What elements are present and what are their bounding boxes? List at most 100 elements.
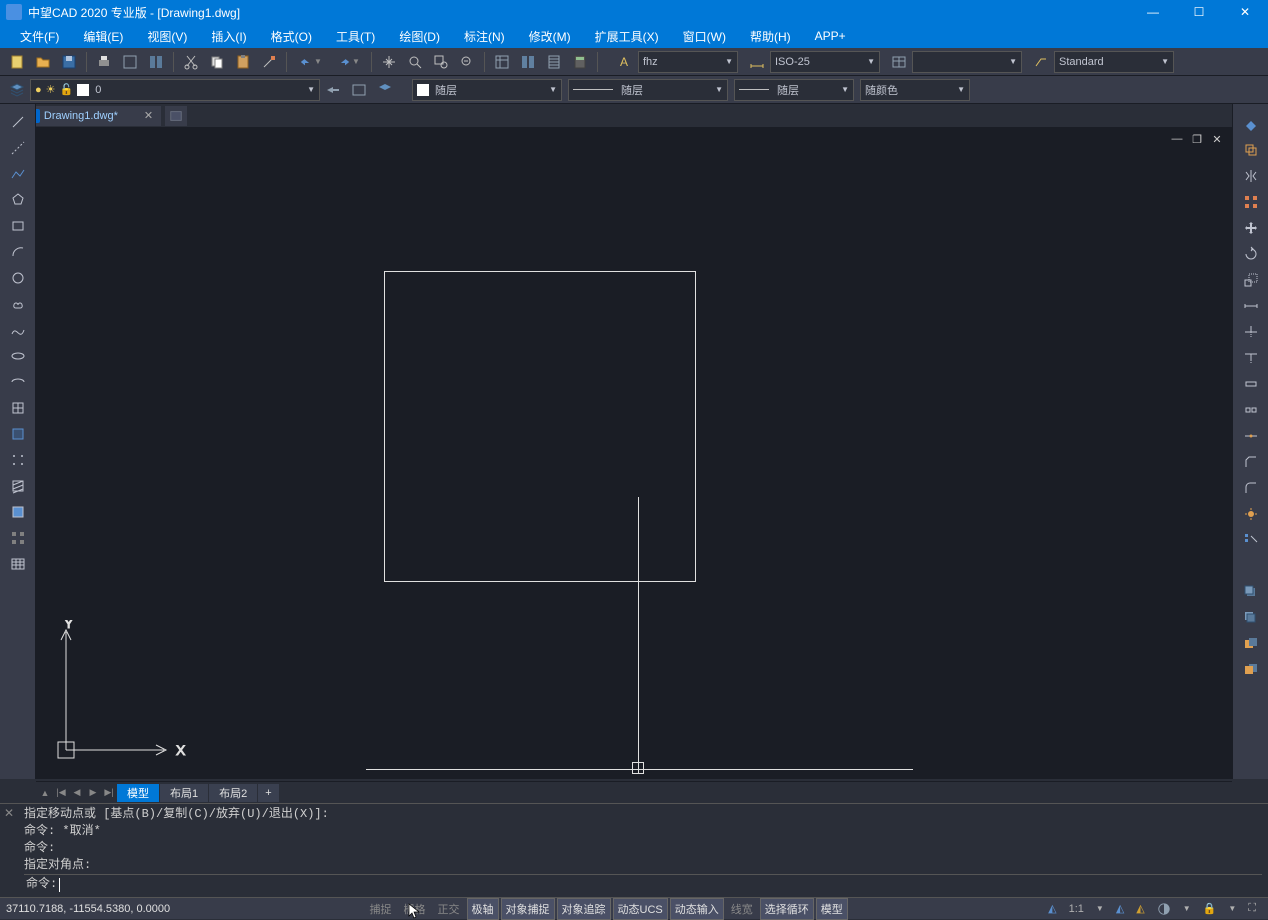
ortho-toggle[interactable]: 正交 (433, 898, 465, 920)
lock-ui-icon[interactable]: 🔒 (1199, 900, 1221, 918)
mirror-tool[interactable] (1239, 164, 1263, 188)
layer-iso-button[interactable] (373, 78, 397, 102)
move-tool[interactable] (1239, 216, 1263, 240)
multileader-button[interactable] (1029, 50, 1053, 74)
menu-modify[interactable]: 修改(M) (517, 24, 583, 48)
zoom-realtime-button[interactable] (403, 50, 427, 74)
menu-insert[interactable]: 插入(I) (199, 24, 258, 48)
menu-draw[interactable]: 绘图(D) (387, 24, 452, 48)
annoscale-value[interactable]: 1:1 (1065, 900, 1088, 918)
point-tool[interactable] (6, 448, 30, 472)
hatch-tool[interactable] (6, 474, 30, 498)
undo-button[interactable]: ▼ (292, 50, 328, 74)
tablestyle-combo[interactable]: ▼ (912, 51, 1022, 73)
copy-button[interactable] (205, 50, 229, 74)
grid-toggle[interactable]: 栅格 (399, 898, 431, 920)
polygon-tool[interactable] (6, 188, 30, 212)
selcycle-toggle[interactable]: 选择循环 (760, 898, 814, 920)
break-at-point-tool[interactable] (1239, 398, 1263, 422)
explode-tool[interactable] (1239, 502, 1263, 526)
layout-tab-1[interactable]: 布局1 (160, 784, 208, 802)
layer-previous-button[interactable] (321, 78, 345, 102)
polar-toggle[interactable]: 极轴 (467, 898, 499, 920)
layout-tab-2[interactable]: 布局2 (209, 784, 257, 802)
trim-tool[interactable] (1239, 320, 1263, 344)
zoom-window-button[interactable] (429, 50, 453, 74)
modelspace-toggle[interactable]: 模型 (816, 898, 848, 920)
insert-block-tool[interactable] (6, 396, 30, 420)
document-tab[interactable]: D Drawing1.dwg* ✕ (18, 106, 161, 126)
clean-screen-icon[interactable]: ⛶ (1244, 900, 1260, 918)
drawing-area[interactable]: — ❐ ✕ Y X (36, 128, 1232, 779)
layer-properties-button[interactable] (5, 78, 29, 102)
break-tool[interactable] (1239, 372, 1263, 396)
polyline-tool[interactable] (6, 162, 30, 186)
design-center-button[interactable] (516, 50, 540, 74)
lock-ui-arrow[interactable]: ▼ (1224, 900, 1240, 918)
open-button[interactable] (31, 50, 55, 74)
new-button[interactable] (5, 50, 29, 74)
draworder-above-tool[interactable] (1239, 632, 1263, 656)
add-layout-tab[interactable]: + (258, 784, 278, 802)
command-close-icon[interactable]: ✕ (0, 804, 18, 897)
copy-tool[interactable] (1239, 138, 1263, 162)
circle-tool[interactable] (6, 266, 30, 290)
minimize-button[interactable]: — (1130, 0, 1176, 24)
linecolor-combo[interactable]: 随层▼ (412, 79, 562, 101)
menu-file[interactable]: 文件(F) (8, 24, 71, 48)
maximize-button[interactable]: ☐ (1176, 0, 1222, 24)
tabs-last[interactable]: ▶| (102, 786, 116, 800)
array-tool[interactable] (1239, 528, 1263, 552)
fillet-tool[interactable] (1239, 476, 1263, 500)
gradient-tool[interactable] (6, 500, 30, 524)
workspace-switch-icon[interactable] (1153, 900, 1175, 918)
rotate-tool[interactable] (1239, 242, 1263, 266)
menu-window[interactable]: 窗口(W) (671, 24, 738, 48)
plotcolor-combo[interactable]: 随颜色▼ (860, 79, 970, 101)
menu-express[interactable]: 扩展工具(X) (583, 24, 671, 48)
tabs-first[interactable]: |◀ (54, 786, 68, 800)
line-tool[interactable] (6, 110, 30, 134)
tool-palettes-button[interactable] (542, 50, 566, 74)
dimstyle-button[interactable] (745, 50, 769, 74)
xline-tool[interactable] (6, 136, 30, 160)
snap-toggle[interactable]: 捕捉 (365, 898, 397, 920)
menu-tools[interactable]: 工具(T) (324, 24, 387, 48)
tabs-scroll-up[interactable]: ▲ (38, 786, 52, 800)
scale-tool[interactable] (1239, 268, 1263, 292)
osnap-toggle[interactable]: 对象捕捉 (501, 898, 555, 920)
region-tool[interactable] (6, 526, 30, 550)
drawing-canvas[interactable]: Y X (36, 128, 1232, 779)
workspace-arrow[interactable]: ▼ (1179, 900, 1195, 918)
draworder-back-tool[interactable] (1239, 606, 1263, 630)
menu-view[interactable]: 视图(V) (135, 24, 199, 48)
textstyle-combo[interactable]: fhz▼ (638, 51, 738, 73)
join-tool[interactable] (1239, 424, 1263, 448)
paste-button[interactable] (231, 50, 255, 74)
annoauto-icon[interactable]: ◭ (1132, 900, 1148, 918)
textstyle-button[interactable]: A (613, 50, 637, 74)
rectangle-entity[interactable] (384, 271, 696, 582)
document-close-icon[interactable]: ✕ (144, 109, 153, 122)
dimstyle-combo[interactable]: ISO-25▼ (770, 51, 880, 73)
annoscale-icon[interactable]: ◭ (1044, 900, 1060, 918)
chamfer-tool[interactable] (1239, 450, 1263, 474)
save-button[interactable] (57, 50, 81, 74)
menu-app[interactable]: APP+ (803, 24, 858, 48)
menu-format[interactable]: 格式(O) (259, 24, 324, 48)
stretch-tool[interactable] (1239, 294, 1263, 318)
lineweight-toggle[interactable]: 线宽 (726, 898, 758, 920)
ellipse-arc-tool[interactable] (6, 370, 30, 394)
menu-dimension[interactable]: 标注(N) (452, 24, 517, 48)
erase-tool[interactable] (1239, 112, 1263, 136)
annoscale-arrow[interactable]: ▼ (1092, 900, 1108, 918)
tablestyle-button[interactable] (887, 50, 911, 74)
make-block-tool[interactable] (6, 422, 30, 446)
tabs-prev[interactable]: ◀ (70, 786, 84, 800)
ellipse-tool[interactable] (6, 344, 30, 368)
table-tool[interactable] (6, 552, 30, 576)
print-preview-button[interactable] (118, 50, 142, 74)
redo-button[interactable]: ▼ (330, 50, 366, 74)
multileader-combo[interactable]: Standard▼ (1054, 51, 1174, 73)
arc-tool[interactable] (6, 240, 30, 264)
